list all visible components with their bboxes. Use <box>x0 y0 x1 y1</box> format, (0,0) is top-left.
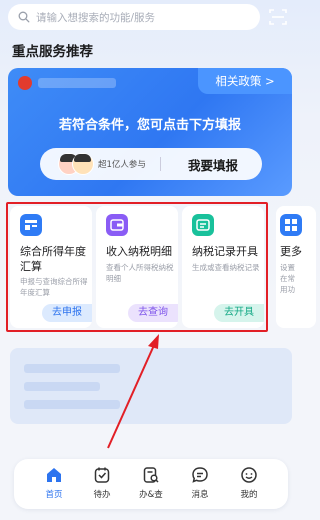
participants-count: 超1亿人参与 <box>98 160 146 170</box>
nav-label: 首页 <box>45 490 63 500</box>
nav-profile[interactable]: 我的 <box>224 465 274 505</box>
home-icon <box>47 468 61 482</box>
content-placeholder <box>10 348 292 424</box>
banner-faded-title <box>38 78 116 88</box>
banner-headline: 若符合条件，您可点击下方填报 <box>58 118 241 133</box>
card-more[interactable]: 更多 设置在常用功 <box>276 206 316 328</box>
divider <box>160 157 161 171</box>
profile-icon <box>241 467 257 483</box>
nav-label: 我的 <box>240 490 258 500</box>
fill-report-pill[interactable]: 超1亿人参与 我要填报 <box>40 148 262 180</box>
avatar <box>72 153 94 175</box>
nav-todo[interactable]: 待办 <box>77 465 127 505</box>
message-icon <box>192 467 208 483</box>
nav-message[interactable]: 消息 <box>175 465 225 505</box>
bottom-nav: 首页 待办 办&查 消息 我的 <box>14 459 288 509</box>
nav-label: 待办 <box>93 490 111 500</box>
card-desc: 设置在常用功 <box>280 263 295 294</box>
search-input[interactable]: 请输入想搜索的功能/服务 <box>36 10 155 25</box>
nav-label: 消息 <box>191 490 209 500</box>
section-title: 重点服务推荐 <box>12 44 93 60</box>
tax-logo <box>18 76 32 90</box>
promo-banner: 相关政策 > 若符合条件，您可点击下方填报 超1亿人参与 我要填报 <box>8 68 292 196</box>
highlight-box <box>6 202 268 332</box>
scan-button[interactable] <box>268 7 288 27</box>
scan-icon <box>269 9 287 25</box>
nav-handle-query[interactable]: 办&查 <box>126 465 176 505</box>
more-grid-icon <box>280 214 302 236</box>
search-bar[interactable]: 请输入想搜索的功能/服务 <box>8 4 260 30</box>
nav-label: 办&查 <box>139 490 163 500</box>
card-title: 更多 <box>280 245 302 258</box>
handle-query-icon <box>143 467 159 483</box>
search-icon <box>18 11 30 23</box>
nav-home[interactable]: 首页 <box>29 465 79 505</box>
fill-report-button[interactable]: 我要填报 <box>168 155 258 174</box>
todo-icon <box>94 467 110 483</box>
related-policy-button[interactable]: 相关政策 > <box>198 68 292 94</box>
